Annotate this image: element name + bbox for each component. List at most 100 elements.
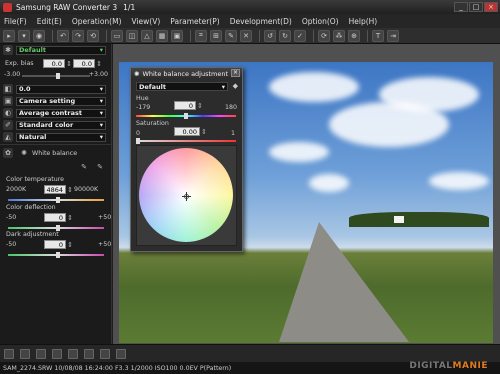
eyedropper-icon[interactable]: ✎	[79, 162, 89, 172]
camera-setting-dropdown[interactable]: Camera setting ▾	[16, 96, 106, 106]
minimize-button[interactable]: _	[454, 2, 468, 12]
dark-adj-slider[interactable]	[8, 252, 104, 258]
thumbnail-icon[interactable]	[20, 348, 30, 359]
close-icon[interactable]: ×	[231, 69, 240, 77]
wb-tab-label[interactable]: White balance	[32, 150, 77, 157]
select-icon[interactable]: ⊞	[210, 29, 222, 42]
undo-icon[interactable]: ↶	[57, 29, 69, 42]
preset-dropdown[interactable]: Default ▾	[16, 45, 106, 55]
highlight-warning-icon[interactable]: △	[141, 29, 153, 42]
open-icon[interactable]: ▸	[3, 29, 15, 42]
chevron-down-icon: ▾	[221, 82, 225, 91]
rotate-left-icon[interactable]: ↺	[264, 29, 276, 42]
exp-bias-field-2[interactable]: 0.0	[73, 59, 95, 68]
exp-bias-slider[interactable]	[22, 73, 90, 79]
slider-thumb[interactable]	[184, 113, 188, 119]
batch-icon[interactable]: ◉	[33, 29, 45, 42]
stepper-arrows-icon[interactable]: ⇕	[66, 214, 74, 222]
close-button[interactable]: ×	[484, 2, 498, 12]
dark-adj-label: Dark adjustment	[6, 231, 59, 238]
save-icon[interactable]: ▾	[18, 29, 30, 42]
menu-development[interactable]: Development(D)	[230, 17, 292, 26]
toolbar-separator	[367, 29, 368, 42]
stepper-arrows-icon[interactable]: ⇕	[66, 186, 74, 194]
saturation-field[interactable]: 0.00	[174, 127, 200, 136]
zoom-icon[interactable]: ⊕	[348, 29, 360, 42]
color-temp-field[interactable]: 4864	[44, 185, 66, 194]
sphere-icon[interactable]	[68, 348, 78, 359]
stepper-arrows-icon[interactable]: ⇕	[66, 241, 74, 249]
histogram-icon[interactable]	[4, 348, 14, 359]
level-icon[interactable]	[52, 348, 62, 359]
stepper-arrows-icon[interactable]: ⇕	[65, 60, 73, 68]
view-single-icon[interactable]: ▭	[111, 29, 123, 42]
slider-thumb[interactable]	[56, 197, 60, 203]
color-deflection-field[interactable]: 0	[44, 213, 66, 222]
color-dropdown[interactable]: Standard color ▾	[16, 120, 106, 130]
color-temp-slider[interactable]	[8, 197, 104, 203]
cloud	[429, 172, 489, 190]
natural-dropdown[interactable]: Natural ▾	[16, 132, 106, 142]
menu-operation[interactable]: Operation(M)	[72, 17, 122, 26]
maximize-button[interactable]: □	[469, 2, 483, 12]
chevron-down-icon: ▾	[99, 121, 103, 129]
pin-icon[interactable]: ◆	[233, 82, 238, 90]
tools-icon[interactable]: ✕	[240, 29, 252, 42]
natural-value: Natural	[19, 133, 47, 141]
crop-icon[interactable]: ⌗	[195, 29, 207, 42]
hue-field[interactable]: 0	[174, 101, 196, 110]
menu-help[interactable]: Help(H)	[349, 17, 378, 26]
expand-icon[interactable]	[100, 348, 110, 359]
toolbar-separator	[313, 29, 314, 42]
grid-icon[interactable]: ▦	[156, 29, 168, 42]
export-icon[interactable]: ⇥	[387, 29, 399, 42]
exp-bias-field[interactable]: 0.0	[43, 59, 65, 68]
fit-icon[interactable]: ▣	[171, 29, 183, 42]
redo-icon[interactable]: ↷	[72, 29, 84, 42]
chevron-down-icon: ▾	[99, 133, 103, 141]
slider-thumb[interactable]	[56, 252, 60, 258]
color-deflection-slider[interactable]	[8, 225, 104, 231]
rotate-right-icon[interactable]: ↻	[279, 29, 291, 42]
network-icon[interactable]: ⁂	[333, 29, 345, 42]
stepper-arrows-icon[interactable]: ⇕	[197, 102, 203, 110]
cloud	[309, 174, 349, 192]
gear-icon[interactable]: ✱	[3, 45, 13, 55]
refresh-icon[interactable]: ⟳	[318, 29, 330, 42]
menu-edit[interactable]: Edit(E)	[37, 17, 62, 26]
cloud	[269, 142, 329, 162]
menu-view[interactable]: View(V)	[132, 17, 161, 26]
saturation-label: Saturation	[136, 120, 169, 127]
palette-icon[interactable]: ✿	[3, 148, 13, 158]
palette-icon: ✺	[134, 69, 140, 78]
slider-thumb[interactable]	[56, 73, 60, 79]
frame-icon[interactable]	[116, 348, 126, 359]
stepper-arrows-icon[interactable]: ⇕	[95, 60, 103, 68]
check-icon[interactable]: ✓	[294, 29, 306, 42]
hue-slider[interactable]	[136, 113, 236, 119]
text-icon[interactable]: T	[372, 29, 384, 42]
view-compare-icon[interactable]: ◫	[126, 29, 138, 42]
wb-tab-icon[interactable]: ✺	[19, 148, 29, 158]
contrast-dropdown[interactable]: Average contrast ▾	[16, 108, 106, 118]
lens-icon[interactable]	[84, 348, 94, 359]
eyedropper-icon[interactable]: ✎	[225, 29, 237, 42]
toolbar: ▸ ▾ ◉ ↶ ↷ ⟲ ▭ ◫ △ ▦ ▣ ⌗ ⊞ ✎ ✕ ↺ ↻ ✓ ⟳ ⁂ …	[0, 28, 500, 44]
reset-icon[interactable]: ⟲	[87, 29, 99, 42]
menu-parameter[interactable]: Parameter(P)	[170, 17, 219, 26]
dialog-preset-dropdown[interactable]: Default ▾	[136, 82, 228, 91]
stepper-arrows-icon[interactable]: ⇕	[201, 128, 207, 136]
saturation-slider[interactable]	[136, 138, 236, 144]
menu-option[interactable]: Option(O)	[302, 17, 339, 26]
value-dropdown[interactable]: 0.0 ▾	[16, 84, 106, 94]
crosshair-icon[interactable]	[182, 192, 191, 201]
dialog-title-bar[interactable]: ✺ White balance adjustment ×	[131, 68, 242, 79]
dark-adj-field[interactable]: 0	[44, 240, 66, 249]
tone-curve-icon[interactable]	[36, 348, 46, 359]
slider-thumb[interactable]	[136, 138, 140, 144]
app-window: Samsung RAW Converter 3 1/1 _ □ × File(F…	[0, 0, 500, 374]
eyedropper-gray-icon[interactable]: ✎	[95, 162, 105, 172]
color-value: Standard color	[19, 121, 74, 129]
menu-file[interactable]: File(F)	[4, 17, 27, 26]
value-dd-value: 0.0	[19, 85, 31, 93]
